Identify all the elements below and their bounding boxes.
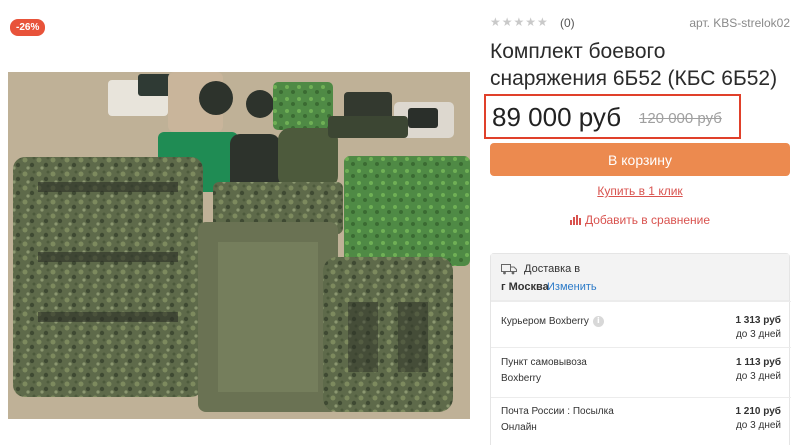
truck-icon [501,262,517,280]
rating-row: ★★★★★ (0) арт. KBS-strelok02 [490,14,790,32]
compare-label: Добавить в сравнение [584,213,711,227]
info-icon[interactable]: i [592,315,604,327]
rating-stars-icon[interactable]: ★★★★★ [490,15,549,29]
old-price: 120 000 руб [639,110,722,127]
delivery-method-row: Пункт самовывоза Boxberry 1 113 руб до 3… [491,347,791,397]
delivery-title: Доставка в [524,263,581,275]
delivery-method-label: Boxberry [501,373,542,384]
product-sku: арт. KBS-strelok02 [689,16,790,30]
discount-badge: -26% [10,19,46,36]
change-city-link[interactable]: Изменить [547,281,597,293]
delivery-method-row: Почта России : Посылка Онлайн 1 210 руб … [491,397,791,445]
review-count[interactable]: (0) [560,16,575,30]
delivery-method-label: Почта России : Посылка [501,406,614,417]
delivery-card: Доставка в г Москва Изменить Курьером Bo… [490,253,791,445]
product-photo-image [8,72,470,419]
compare-bars-icon [569,215,581,225]
delivery-method-days: до 3 дней [735,329,781,340]
delivery-header: Доставка в г Москва Изменить [491,254,789,301]
buy-one-click-link[interactable]: Купить в 1 клик [490,184,790,198]
delivery-method-price: 1 210 руб [735,406,781,417]
delivery-method-days: до 3 дней [735,420,781,431]
delivery-method-name: Курьером Boxberry i [501,314,604,330]
product-title-line1: Комплект боевого [490,40,666,63]
delivery-method-price: 1 313 руб [735,315,781,326]
add-to-compare-link[interactable]: Добавить в сравнение [490,213,790,227]
delivery-method-name: Пункт самовывоза Boxberry [501,355,587,387]
product-photo[interactable] [8,72,470,419]
delivery-method-label: Онлайн [501,422,537,433]
product-title: Комплект боевого снаряжения 6Б52 (КБС 6Б… [490,38,790,92]
price-highlight-box: 89 000 руб 120 000 руб [484,94,741,139]
delivery-method-name: Почта России : Посылка Онлайн [501,404,614,436]
delivery-method-label: Пункт самовывоза [501,357,587,368]
current-price: 89 000 руб [492,102,622,132]
delivery-method-label: Курьером Boxberry [501,316,589,327]
delivery-method-price: 1 113 руб [736,357,781,368]
delivery-method-days: до 3 дней [735,371,781,382]
add-to-cart-button[interactable]: В корзину [490,143,790,176]
delivery-method-row: Курьером Boxberry i 1 313 руб до 3 дней [491,301,791,347]
delivery-city: г Москва [501,281,549,293]
product-title-line2: снаряжения 6Б52 (КБС 6Б52) [490,67,778,90]
